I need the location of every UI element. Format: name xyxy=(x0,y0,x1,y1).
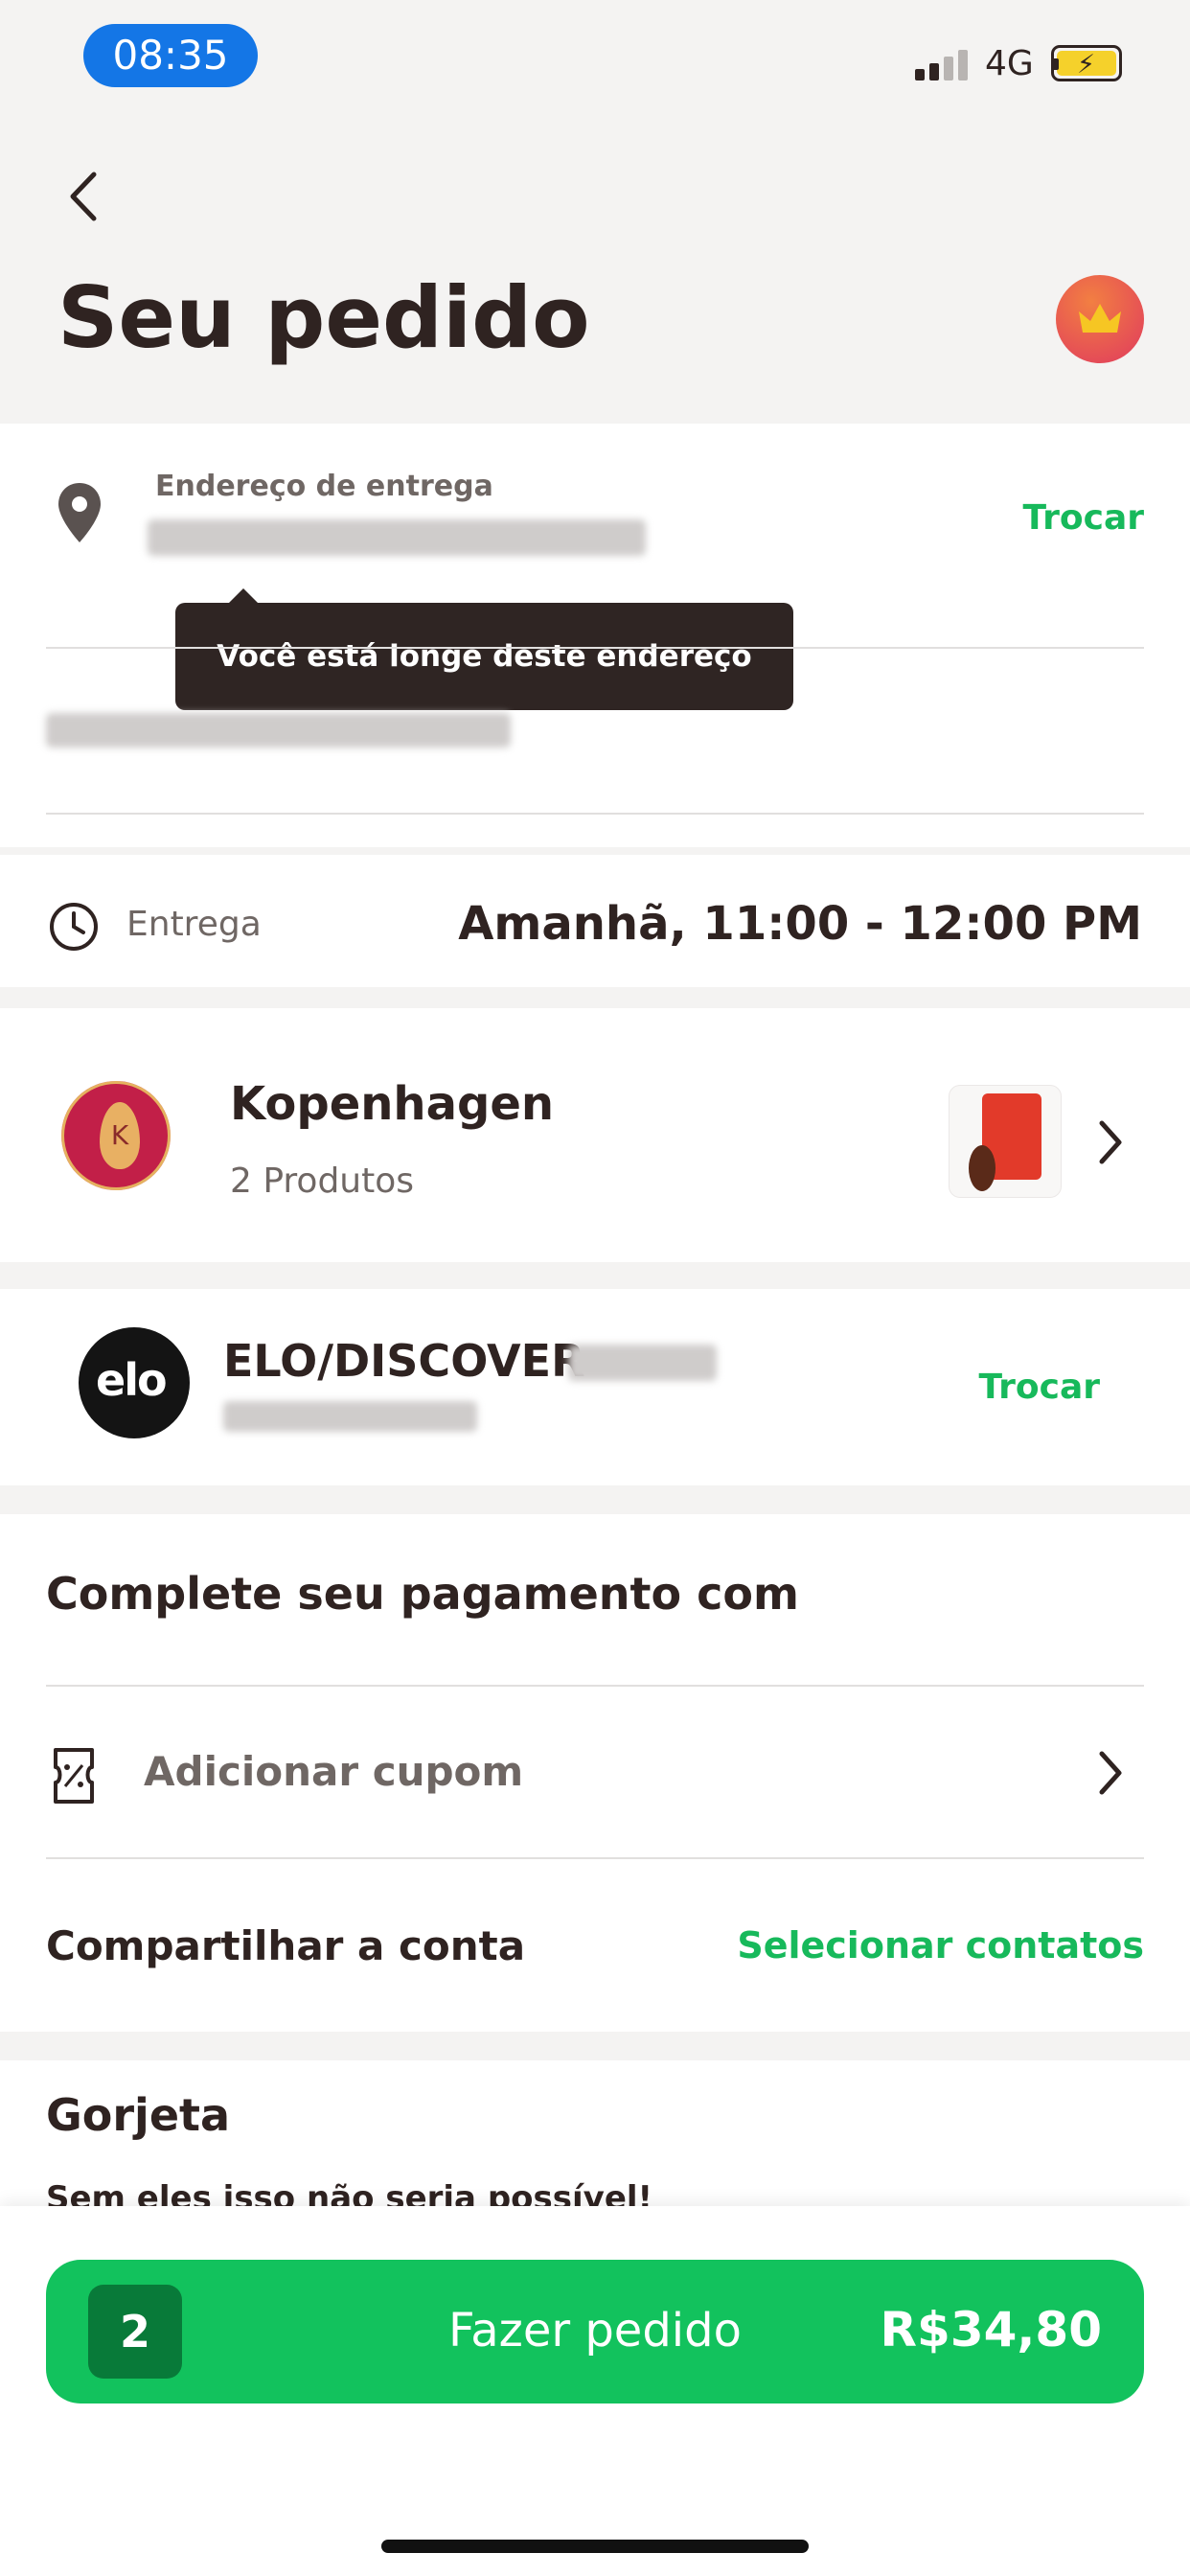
address-redacted xyxy=(148,519,646,556)
delivery-time: Amanhã, 11:00 - 12:00 PM xyxy=(458,897,1142,951)
address-label: Endereço de entrega xyxy=(155,470,493,503)
order-total: R$34,80 xyxy=(880,2302,1102,2358)
store-logo: K xyxy=(57,1077,174,1194)
home-indicator xyxy=(381,2540,809,2553)
checkout-footer: 2 Fazer pedido R$34,80 xyxy=(0,2206,1190,2576)
page-header: Seu pedido xyxy=(0,125,1190,424)
divider xyxy=(46,813,1144,815)
add-coupon-label: Adicionar cupom xyxy=(144,1748,524,1795)
divider xyxy=(46,647,1144,649)
split-bill-label: Compartilhar a conta xyxy=(46,1922,526,1969)
loyalty-badge-button[interactable] xyxy=(1056,275,1144,363)
chevron-right-icon xyxy=(1099,1120,1122,1164)
tip-title: Gorjeta xyxy=(46,2089,231,2141)
section-gap xyxy=(0,1262,1190,1289)
store-name: Kopenhagen xyxy=(230,1077,555,1131)
change-payment-button[interactable]: Trocar xyxy=(979,1368,1100,1407)
signal-icon xyxy=(915,50,969,80)
tip-section: Gorjeta Sem eles isso não seria possível… xyxy=(0,2060,1190,2218)
place-order-button[interactable]: 2 Fazer pedido R$34,80 xyxy=(46,2260,1144,2404)
address-complement-redacted xyxy=(46,713,511,748)
delivery-label: Entrega xyxy=(126,905,262,944)
payment-method-name: ELO/DISCOVER xyxy=(223,1335,585,1387)
divider xyxy=(46,1685,1144,1687)
chevron-right-icon xyxy=(1099,1751,1122,1795)
distance-warning-tooltip: Você está longe deste endereço xyxy=(175,603,793,710)
complete-payment-title: Complete seu pagamento com xyxy=(46,1568,799,1620)
cart-quantity-badge: 2 xyxy=(88,2285,182,2379)
store-item-count: 2 Produtos xyxy=(230,1162,415,1201)
place-order-label: Fazer pedido xyxy=(448,2304,742,2358)
select-contacts-button[interactable]: Selecionar contatos xyxy=(737,1924,1144,1966)
status-time: 08:35 xyxy=(83,24,258,87)
clock-icon xyxy=(50,903,98,951)
network-type: 4G xyxy=(985,44,1034,83)
store-order-row[interactable]: K Kopenhagen 2 Produtos xyxy=(0,1008,1190,1262)
back-button[interactable] xyxy=(57,163,115,230)
section-gap xyxy=(0,847,1190,855)
elo-card-logo: elo xyxy=(79,1327,190,1438)
change-address-button[interactable]: Trocar xyxy=(1023,498,1144,538)
page-title: Seu pedido xyxy=(57,268,590,367)
coupon-icon xyxy=(54,1748,94,1804)
status-bar: 08:35 4G ⚡ xyxy=(0,0,1190,125)
add-coupon-row[interactable]: Adicionar cupom xyxy=(0,1689,1190,1857)
section-gap xyxy=(0,2032,1190,2060)
crown-icon xyxy=(1079,304,1121,333)
battery-icon: ⚡ xyxy=(1051,45,1122,81)
location-pin-icon xyxy=(58,483,101,542)
chevron-left-icon xyxy=(70,172,97,221)
section-gap xyxy=(0,987,1190,1008)
tooltip-arrow xyxy=(228,588,259,604)
delivery-time-row[interactable]: Entrega Amanhã, 11:00 - 12:00 PM xyxy=(0,855,1190,987)
card-number-redacted xyxy=(568,1345,717,1381)
egg-icon: K xyxy=(100,1102,140,1169)
delivery-address-section: Endereço de entrega Trocar Você está lon… xyxy=(0,424,1190,847)
complete-payment-section: Complete seu pagamento com Adicionar cup… xyxy=(0,1514,1190,2032)
divider xyxy=(46,1857,1144,1859)
section-gap xyxy=(0,1485,1190,1514)
payment-method-row: elo ELO/DISCOVER Trocar xyxy=(0,1289,1190,1485)
product-thumbnail xyxy=(949,1085,1062,1198)
card-expiry-redacted xyxy=(223,1401,477,1432)
